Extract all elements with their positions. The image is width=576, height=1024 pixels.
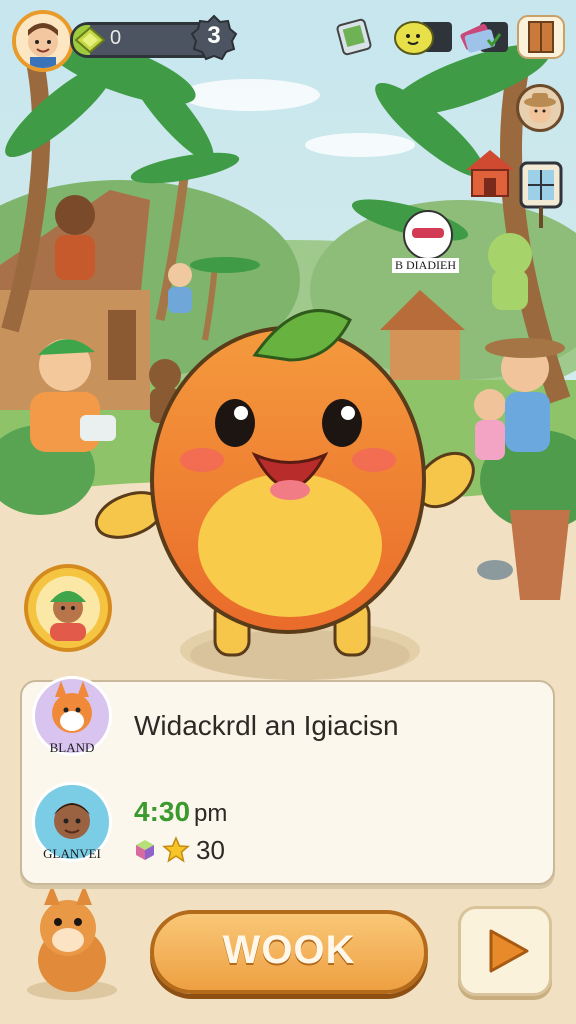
dialog-title: Widackrdl an Igiacisn xyxy=(134,710,399,741)
xp-value: 0 xyxy=(110,27,122,49)
map-device-icon[interactable] xyxy=(332,14,378,60)
time-value: 4:30 xyxy=(134,796,191,827)
lemon-character-icon[interactable] xyxy=(392,14,452,60)
gift-box-icon xyxy=(136,840,154,860)
green-gem-icon xyxy=(74,26,106,54)
red-hut-icon[interactable] xyxy=(462,146,514,197)
cards-icon[interactable] xyxy=(458,14,508,60)
pet-companion[interactable] xyxy=(28,890,118,1000)
player-face-icon xyxy=(16,14,70,68)
score-value: 30 xyxy=(196,835,225,865)
main-action-label: WOOK xyxy=(222,928,356,972)
window-frame-icon[interactable] xyxy=(518,160,566,228)
star-icon xyxy=(162,836,190,863)
speaker-bottom-label: GLANVEI xyxy=(43,846,101,861)
play-icon xyxy=(489,929,529,973)
play-button[interactable] xyxy=(458,906,552,996)
helper-face-icon xyxy=(36,576,100,641)
dialog-panel: BLAND Widackrdl an Igiacisn GLANVEI 4:30… xyxy=(20,676,555,885)
level-value: 3 xyxy=(207,22,221,49)
helper-avatar-button[interactable] xyxy=(24,564,112,652)
speaker-top-label: BLAND xyxy=(49,740,95,755)
door-icon[interactable] xyxy=(516,14,565,60)
npc-name-label[interactable]: B DIADIEH xyxy=(392,258,459,273)
explorer-avatar-icon[interactable] xyxy=(516,84,564,132)
time-unit: pm xyxy=(194,800,228,827)
player-avatar[interactable] xyxy=(12,10,74,72)
